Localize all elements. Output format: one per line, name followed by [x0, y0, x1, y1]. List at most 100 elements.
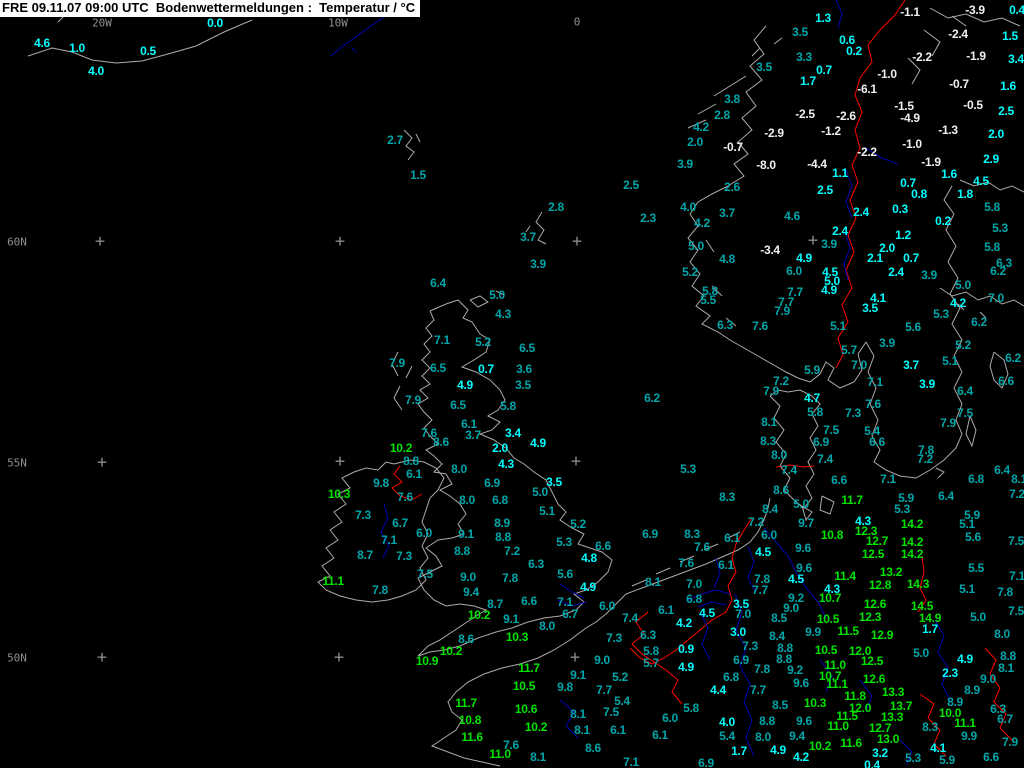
station-temp: 5.6: [905, 320, 921, 334]
station-temp: 7.5: [417, 567, 433, 581]
station-temp: 2.0: [492, 441, 508, 455]
station-temp: 11.4: [834, 569, 856, 583]
station-temp: 6.7: [997, 712, 1013, 726]
station-temp: 0.8: [911, 187, 927, 201]
station-temp: 4.3: [495, 307, 511, 321]
station-temp: 6.2: [1005, 351, 1021, 365]
station-temp: 6.1: [406, 467, 422, 481]
station-temp: 4.3: [498, 457, 514, 471]
station-temp: 2.6: [724, 180, 740, 194]
station-temp: 8.8: [759, 714, 775, 728]
station-temp: 7.5: [1008, 534, 1024, 548]
station-temp: 11.7: [455, 696, 477, 710]
station-temp: 6.8: [686, 592, 702, 606]
station-temp: 10.5: [816, 612, 840, 626]
station-temp: 7.7: [750, 683, 766, 697]
station-temp: 5.3: [680, 462, 696, 476]
station-temp: 3.9: [677, 157, 693, 171]
station-temp: 5.3: [556, 535, 572, 549]
station-temp: 4.9: [530, 436, 546, 450]
station-temp: 0.9: [678, 642, 694, 656]
station-temp: 4.0: [88, 64, 104, 78]
station-temp: 1.1: [832, 166, 848, 180]
station-temp: 13.3: [881, 685, 905, 699]
station-temp: 7.8: [372, 583, 388, 597]
coastline-bornholm: [935, 467, 945, 479]
station-temp: 6.5: [519, 341, 535, 355]
station-temp: 7.8: [502, 571, 518, 585]
station-temp: 8.7: [357, 548, 373, 562]
title-bar: FRE 09.11.07 09:00 UTC Bodenwettermeldun…: [0, 0, 421, 17]
station-temp: 12.9: [870, 628, 894, 642]
station-temp: 4.8: [719, 252, 735, 266]
station-temp: 5.3: [992, 221, 1008, 235]
station-temp: 6.8: [968, 472, 984, 486]
station-temp: 2.8: [548, 200, 564, 214]
station-temp: 5.8: [984, 240, 1000, 254]
station-temp: 6.0: [599, 599, 615, 613]
station-temp: 7.3: [742, 639, 758, 653]
station-temp: 7.9: [940, 416, 956, 430]
station-temp: 5.2: [570, 517, 586, 531]
station-temp: 10.7: [818, 591, 842, 605]
station-temp: 9.2: [788, 591, 804, 605]
graticule-mark: +: [334, 451, 346, 472]
station-temp: 5.2: [475, 335, 491, 349]
station-temp: 2.1: [867, 251, 883, 265]
station-temp: 8.3: [684, 527, 700, 541]
station-temp: 2.0: [988, 127, 1004, 141]
station-temp: 5.8: [683, 701, 699, 715]
station-temp: 3.5: [792, 25, 808, 39]
station-temp: 8.9: [494, 516, 510, 530]
station-temp: 8.1: [1011, 472, 1024, 486]
station-temp: 5.0: [688, 239, 704, 253]
graticule-mark: +: [334, 231, 346, 252]
station-temp: 4.5: [973, 174, 989, 188]
station-temp: -2.2: [857, 145, 877, 159]
station-temp: 2.8: [714, 108, 730, 122]
coastline-oland: [965, 415, 977, 448]
station-temp: 3.9: [919, 377, 935, 391]
station-temp: 3.9: [821, 237, 837, 251]
station-temp: 5.9: [804, 363, 820, 377]
station-temp: -1.0: [902, 137, 922, 151]
station-temp: 7.0: [686, 577, 702, 591]
station-temp: 3.3: [796, 50, 812, 64]
station-temp: 9.8: [557, 680, 573, 694]
station-temp: 5.0: [489, 288, 505, 302]
station-temp: 6.3: [528, 557, 544, 571]
station-temp: 11.0: [489, 747, 511, 761]
station-temp: 7.6: [865, 397, 881, 411]
station-temp: 5.0: [532, 485, 548, 499]
station-temp: 5.2: [682, 265, 698, 279]
station-temp: 6.6: [831, 473, 847, 487]
station-temp: 8.9: [964, 683, 980, 697]
station-temp: 3.0: [730, 625, 746, 639]
station-temp: 9.6: [793, 676, 809, 690]
station-temp: 5.6: [557, 567, 573, 581]
station-temp: 9.9: [961, 729, 977, 743]
station-temp: 6.4: [994, 463, 1010, 477]
station-temp: 6.3: [640, 628, 656, 642]
station-temp: 9.4: [463, 585, 479, 599]
station-temp: 7.4: [622, 611, 638, 625]
station-temp: 4.9: [770, 743, 786, 757]
station-temp: 6.9: [698, 756, 714, 768]
station-temp: 6.6: [595, 539, 611, 553]
station-temp: 4.4: [710, 683, 726, 697]
station-temp: 8.8: [454, 544, 470, 558]
station-temp: 9.4: [789, 729, 805, 743]
station-temp: 5.8: [500, 399, 516, 413]
station-temp: 4.2: [950, 296, 966, 310]
station-temp: 2.4: [888, 265, 904, 279]
station-temp: 0.4: [864, 758, 880, 768]
station-temp: 7.3: [606, 631, 622, 645]
station-temp: 6.9: [642, 527, 658, 541]
station-temp: 9.7: [798, 516, 814, 530]
station-temp: -0.7: [949, 77, 969, 91]
station-temp: -0.7: [723, 140, 743, 154]
station-temp: 7.1: [880, 472, 896, 486]
station-temp: 6.8: [492, 493, 508, 507]
station-temp: 3.6: [516, 362, 532, 376]
station-temp: 6.7: [562, 607, 578, 621]
